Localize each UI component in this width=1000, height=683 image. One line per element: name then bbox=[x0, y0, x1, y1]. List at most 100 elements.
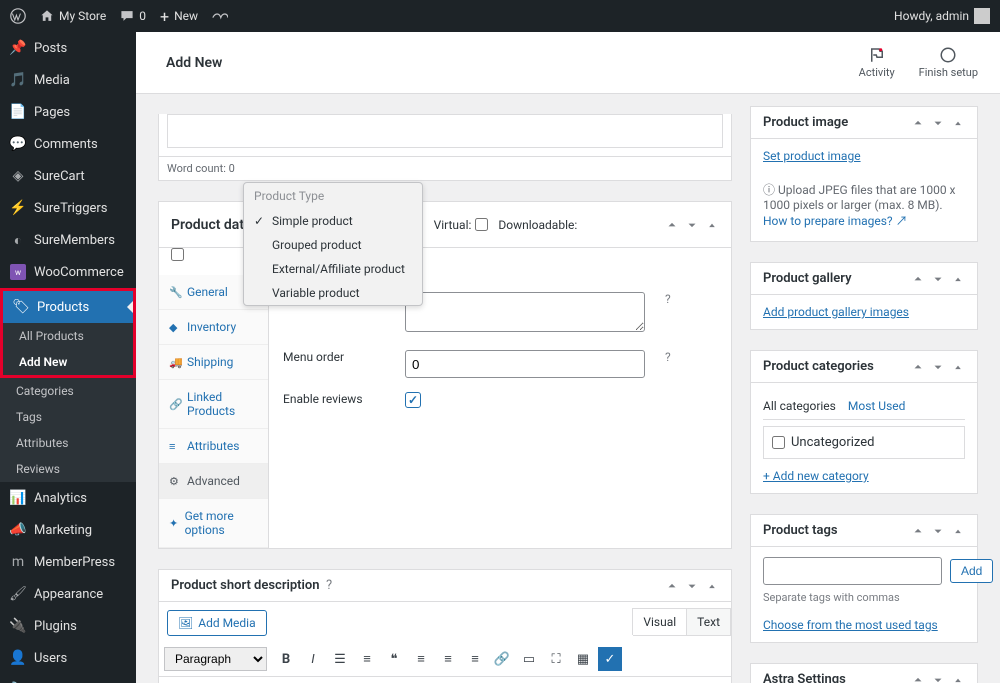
submenu-attributes[interactable]: Attributes bbox=[0, 430, 136, 456]
menu-order-input[interactable] bbox=[405, 350, 645, 378]
virtual-checkbox[interactable] bbox=[475, 218, 488, 231]
align-right-button[interactable]: ≡ bbox=[463, 647, 487, 671]
chevron-up-icon[interactable] bbox=[665, 579, 679, 593]
chevron-down-icon[interactable] bbox=[685, 218, 699, 232]
activity-button[interactable]: Activity bbox=[859, 46, 895, 79]
chevron-up-icon[interactable] bbox=[911, 360, 925, 374]
align-left-button[interactable]: ≡ bbox=[409, 647, 433, 671]
italic-button[interactable]: I bbox=[301, 647, 325, 671]
visual-tab[interactable]: Visual bbox=[632, 608, 687, 635]
editor-body[interactable] bbox=[167, 114, 723, 148]
downloadable-toggle[interactable]: Downloadable: bbox=[498, 218, 577, 232]
short-desc-editor[interactable] bbox=[159, 677, 731, 683]
tab-inventory[interactable]: ◆Inventory bbox=[159, 310, 268, 345]
chevron-down-icon[interactable] bbox=[931, 673, 945, 683]
toolbar-toggle-button[interactable]: ▦ bbox=[571, 647, 595, 671]
tab-advanced[interactable]: ⚙Advanced bbox=[159, 464, 268, 499]
set-product-image-link[interactable]: Set product image bbox=[763, 149, 861, 163]
add-media-button[interactable]: 🖼Add Media bbox=[167, 610, 267, 636]
new-link[interactable]: + New bbox=[160, 7, 198, 26]
cat-checkbox[interactable] bbox=[772, 436, 785, 449]
chevron-down-icon[interactable] bbox=[931, 272, 945, 286]
dropdown-option-grouped[interactable]: Grouped product bbox=[244, 233, 422, 257]
enable-reviews-checkbox[interactable] bbox=[405, 392, 421, 408]
menu-plugins[interactable]: 🔌Plugins bbox=[0, 610, 136, 642]
tab-get-more[interactable]: ✦Get more options bbox=[159, 499, 268, 548]
chevron-up-icon[interactable] bbox=[911, 116, 925, 130]
account-link[interactable]: Howdy, admin bbox=[894, 8, 990, 24]
menu-products[interactable]: 🏷Products bbox=[3, 291, 133, 323]
chevron-up-icon[interactable] bbox=[911, 673, 925, 683]
caret-up-icon[interactable] bbox=[705, 579, 719, 593]
chevron-down-icon[interactable] bbox=[931, 360, 945, 374]
format-select[interactable]: Paragraph bbox=[164, 647, 267, 671]
menu-marketing[interactable]: 📣Marketing bbox=[0, 514, 136, 546]
tab-linked[interactable]: 🔗Linked Products bbox=[159, 380, 268, 429]
extra-checkbox[interactable] bbox=[171, 248, 184, 261]
tab-shipping[interactable]: 🚚Shipping bbox=[159, 345, 268, 380]
menu-comments[interactable]: 💬Comments bbox=[0, 128, 136, 160]
chevron-up-icon[interactable] bbox=[665, 218, 679, 232]
quote-button[interactable]: ❝ bbox=[382, 647, 406, 671]
fullscreen-button[interactable]: ⛶ bbox=[544, 647, 568, 671]
chevron-down-icon[interactable] bbox=[931, 116, 945, 130]
most-used-tags-link[interactable]: Choose from the most used tags bbox=[763, 618, 938, 632]
caret-up-icon[interactable] bbox=[951, 673, 965, 683]
ul-button[interactable]: ☰ bbox=[328, 647, 352, 671]
menu-surecart[interactable]: ◈SureCart bbox=[0, 160, 136, 192]
site-name-link[interactable]: My Store bbox=[40, 9, 106, 23]
tab-attributes[interactable]: ≡Attributes bbox=[159, 429, 268, 464]
ol-button[interactable]: ≡ bbox=[355, 647, 379, 671]
accent-button[interactable]: ✓ bbox=[598, 647, 622, 671]
caret-up-icon[interactable] bbox=[951, 272, 965, 286]
menu-appearance[interactable]: 🖌Appearance bbox=[0, 578, 136, 610]
help-icon[interactable]: ? bbox=[665, 350, 671, 364]
surecart-icon[interactable] bbox=[212, 11, 228, 21]
menu-suretriggers[interactable]: ⚡SureTriggers bbox=[0, 192, 136, 224]
virtual-toggle[interactable]: Virtual: bbox=[434, 218, 489, 232]
menu-analytics[interactable]: 📊Analytics bbox=[0, 482, 136, 514]
dropdown-option-external[interactable]: External/Affiliate product bbox=[244, 257, 422, 281]
add-tag-button[interactable]: Add bbox=[950, 559, 993, 583]
more-button[interactable]: ▭ bbox=[517, 647, 541, 671]
caret-up-icon[interactable] bbox=[705, 218, 719, 232]
submenu-add-new[interactable]: Add New bbox=[3, 349, 133, 375]
help-icon[interactable]: ? bbox=[326, 578, 332, 593]
menu-media[interactable]: 🎵Media bbox=[0, 64, 136, 96]
submenu-categories[interactable]: Categories bbox=[0, 378, 136, 404]
menu-pages[interactable]: 📄Pages bbox=[0, 96, 136, 128]
align-center-button[interactable]: ≡ bbox=[436, 647, 460, 671]
wp-logo[interactable] bbox=[10, 8, 26, 24]
chevron-up-icon[interactable] bbox=[911, 272, 925, 286]
menu-posts[interactable]: 📌Posts bbox=[0, 32, 136, 64]
cat-uncategorized[interactable]: Uncategorized bbox=[772, 435, 956, 450]
cat-tab-most[interactable]: Most Used bbox=[848, 399, 906, 413]
dropdown-option-simple[interactable]: Simple product bbox=[244, 209, 422, 233]
chevron-down-icon[interactable] bbox=[685, 579, 699, 593]
prepare-images-link[interactable]: How to prepare images? ↗ bbox=[763, 214, 908, 228]
add-gallery-link[interactable]: Add product gallery images bbox=[763, 305, 909, 319]
caret-up-icon[interactable] bbox=[951, 524, 965, 538]
chevron-down-icon[interactable] bbox=[931, 524, 945, 538]
finish-setup-button[interactable]: Finish setup bbox=[919, 46, 978, 79]
purchase-note-field[interactable] bbox=[405, 292, 645, 332]
tag-input[interactable] bbox=[763, 557, 942, 585]
link-button[interactable]: 🔗 bbox=[490, 647, 514, 671]
bold-button[interactable]: B bbox=[274, 647, 298, 671]
add-category-link[interactable]: + Add new category bbox=[763, 469, 869, 483]
menu-woocommerce[interactable]: wWooCommerce bbox=[0, 256, 136, 288]
submenu-all-products[interactable]: All Products bbox=[3, 323, 133, 349]
comments-link[interactable]: 0 bbox=[120, 9, 146, 23]
menu-tools[interactable]: 🔧Tools bbox=[0, 674, 136, 683]
dropdown-option-variable[interactable]: Variable product bbox=[244, 281, 422, 305]
menu-users[interactable]: 👤Users bbox=[0, 642, 136, 674]
submenu-reviews[interactable]: Reviews bbox=[0, 456, 136, 482]
caret-up-icon[interactable] bbox=[951, 360, 965, 374]
submenu-tags[interactable]: Tags bbox=[0, 404, 136, 430]
caret-up-icon[interactable] bbox=[951, 116, 965, 130]
cat-tab-all[interactable]: All categories bbox=[763, 399, 836, 413]
chevron-up-icon[interactable] bbox=[911, 524, 925, 538]
menu-memberpress[interactable]: mMemberPress bbox=[0, 546, 136, 578]
text-tab[interactable]: Text bbox=[686, 608, 731, 635]
help-icon[interactable]: ? bbox=[665, 292, 671, 306]
